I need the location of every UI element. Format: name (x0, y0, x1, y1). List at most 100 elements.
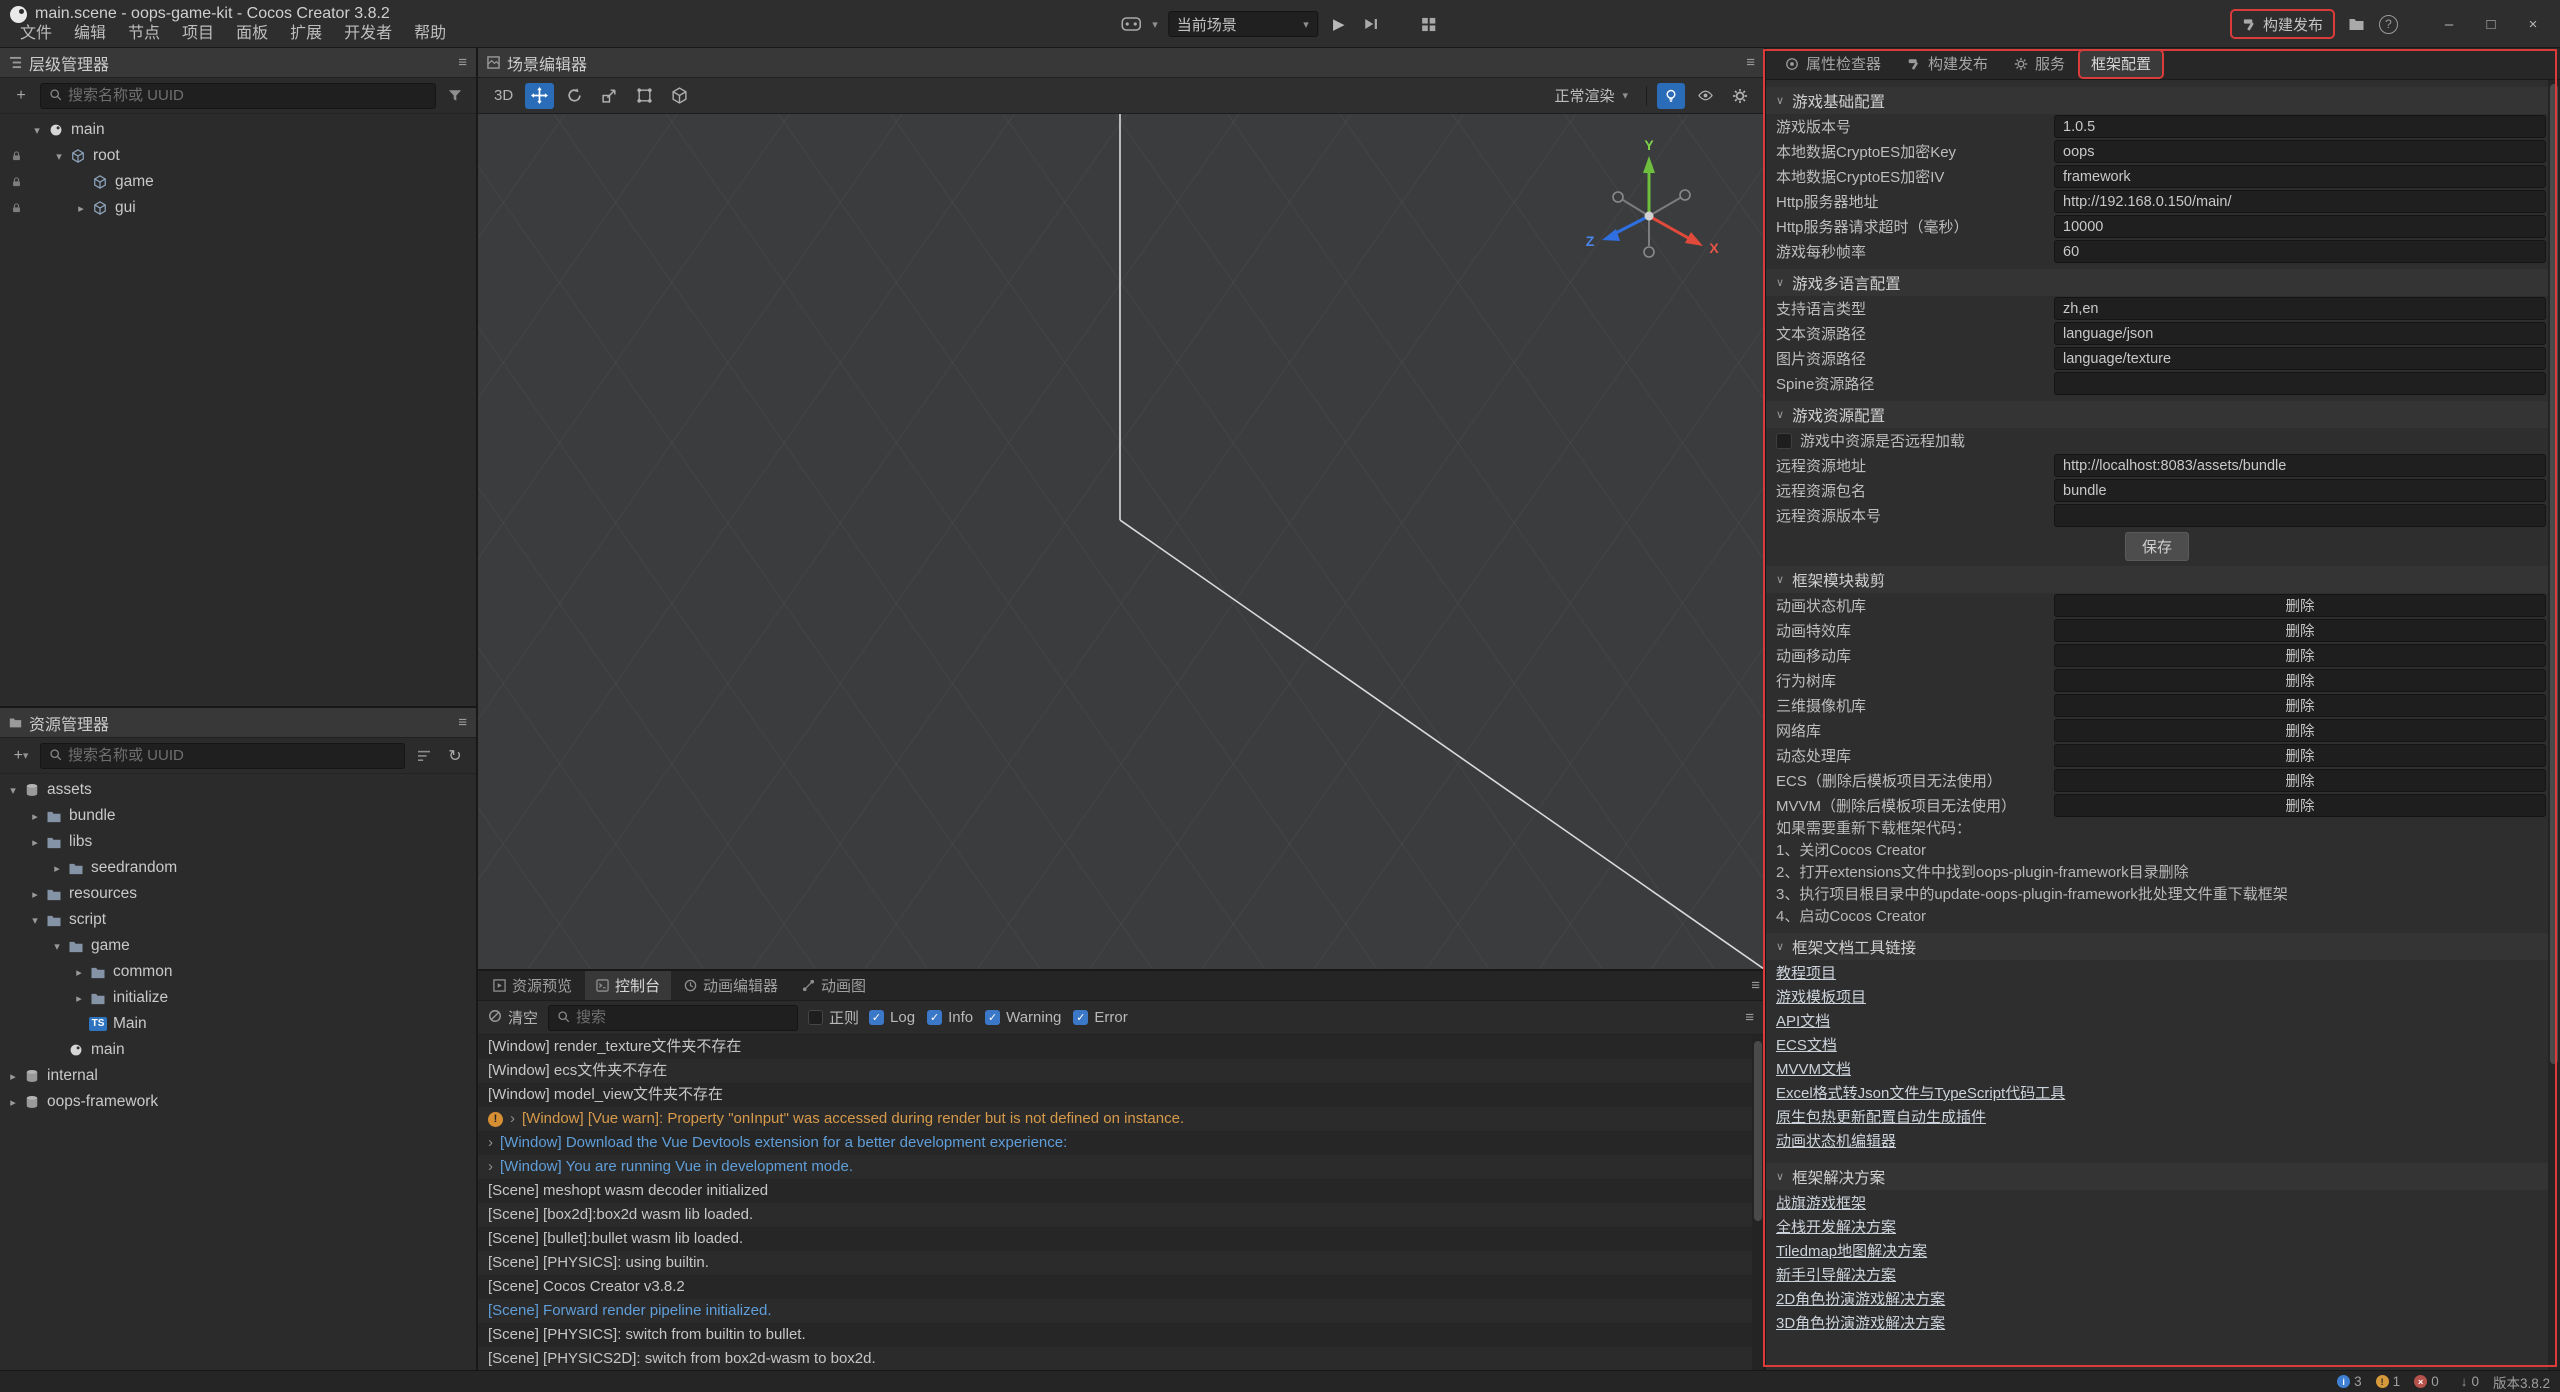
lock-icon[interactable] (4, 150, 28, 162)
delete-module-button-0[interactable]: 删除 (2054, 594, 2546, 617)
field-input-basic-5[interactable] (2054, 240, 2546, 263)
save-button[interactable]: 保存 (2125, 532, 2189, 561)
doc-link-2[interactable]: API文档 (1776, 1010, 2548, 1034)
help-icon[interactable]: ? (2379, 15, 2398, 34)
assets-search-input[interactable] (68, 747, 396, 764)
z-axis[interactable] (1612, 216, 1649, 235)
neg-axis-handle[interactable] (1644, 247, 1654, 257)
build-publish-button[interactable]: 构建发布 (2232, 11, 2333, 37)
menu-item-5[interactable]: 扩展 (280, 24, 332, 44)
log-row[interactable]: [Scene] [box2d]:box2d wasm lib loaded. (478, 1203, 1764, 1227)
scale-tool-button[interactable] (595, 83, 624, 109)
solution-link-2[interactable]: Tiledmap地图解决方案 (1776, 1240, 2548, 1264)
filter-info-checkbox[interactable]: ✓Info (927, 1009, 973, 1026)
delete-module-button-2[interactable]: 删除 (2054, 644, 2546, 667)
tree-row-assets[interactable]: ▾assets (0, 777, 476, 803)
expand-arrow-icon[interactable]: › (488, 1155, 493, 1179)
menu-item-7[interactable]: 帮助 (404, 24, 456, 44)
scrollbar-thumb[interactable] (2550, 84, 2558, 1064)
delete-module-button-4[interactable]: 删除 (2054, 694, 2546, 717)
tree-row-bundle[interactable]: ▸bundle (0, 803, 476, 829)
field-input-resource-2[interactable] (2054, 504, 2546, 527)
doc-link-3[interactable]: ECS文档 (1776, 1034, 2548, 1058)
maximize-button[interactable]: □ (2470, 0, 2512, 48)
view-gizmo[interactable]: Y X Z (1574, 136, 1724, 286)
menu-item-4[interactable]: 面板 (226, 24, 278, 44)
field-input-basic-0[interactable] (2054, 115, 2546, 138)
console-scrollbar[interactable] (1752, 1035, 1764, 1370)
console-settings-icon[interactable]: ≡ (1745, 1009, 1754, 1026)
tab-framework-config[interactable]: 框架配置 (2080, 51, 2162, 77)
tree-row-Main[interactable]: TSMain (0, 1011, 476, 1037)
doc-link-4[interactable]: MVVM文档 (1776, 1058, 2548, 1082)
error-count[interactable]: × 0 (2414, 1374, 2439, 1389)
solution-link-4[interactable]: 2D角色扮演游戏解决方案 (1776, 1288, 2548, 1312)
log-row[interactable]: [Scene] [bullet]:bullet wasm lib loaded. (478, 1227, 1764, 1251)
menu-item-1[interactable]: 编辑 (64, 24, 116, 44)
field-input-language-3[interactable] (2054, 372, 2546, 395)
render-mode-dropdown[interactable]: 正常渲染 ▾ (1546, 83, 1636, 109)
tab-inspector[interactable]: 属性检查器 (1774, 51, 1892, 77)
field-input-resource-0[interactable] (2054, 454, 2546, 477)
hierarchy-searchbox[interactable] (40, 83, 436, 109)
tree-row-main[interactable]: ▾main (0, 117, 476, 143)
expand-arrow-icon[interactable]: ▾ (50, 150, 68, 163)
open-folder-icon[interactable] (2345, 13, 2367, 35)
menu-item-3[interactable]: 项目 (172, 24, 224, 44)
log-row[interactable]: [Scene] [PHYSICS]: switch from builtin t… (478, 1323, 1764, 1347)
expand-arrow-icon[interactable]: ▸ (26, 810, 44, 823)
filter-log-checkbox[interactable]: ✓Log (869, 1009, 915, 1026)
panel-menu-icon[interactable]: ≡ (1751, 977, 1760, 994)
expand-arrow-icon[interactable]: ▸ (4, 1070, 22, 1083)
warning-count[interactable]: ! 1 (2376, 1374, 2401, 1389)
solution-link-1[interactable]: 全栈开发解决方案 (1776, 1216, 2548, 1240)
lock-icon[interactable] (4, 176, 28, 188)
scene-settings-gear-icon[interactable] (1726, 83, 1754, 109)
tree-row-gui[interactable]: ▸gui (0, 195, 476, 221)
expand-arrow-icon[interactable]: ▾ (26, 914, 44, 927)
field-input-language-1[interactable] (2054, 322, 2546, 345)
log-row[interactable]: [Window] model_view文件夹不存在 (478, 1083, 1764, 1107)
panel-menu-icon[interactable]: ≡ (458, 714, 467, 731)
menu-item-6[interactable]: 开发者 (334, 24, 402, 44)
scene-select-dropdown[interactable]: 当前场景 ▾ (1168, 11, 1318, 37)
section-header-resource[interactable]: ∨游戏资源配置 (1766, 401, 2548, 428)
hierarchy-search-input[interactable] (68, 87, 427, 104)
tree-row-oops-framework[interactable]: ▸oops-framework (0, 1089, 476, 1115)
neg-axis-handle[interactable] (1680, 190, 1690, 200)
chevron-down-icon[interactable]: ▾ (1152, 18, 1158, 31)
menu-item-0[interactable]: 文件 (10, 24, 62, 44)
log-row[interactable]: [Scene] [PHYSICS]: using builtin. (478, 1251, 1764, 1275)
mode-3d-button[interactable]: 3D (488, 83, 519, 109)
rect-tool-button[interactable] (630, 83, 659, 109)
doc-link-5[interactable]: Excel格式转Json文件与TypeScript代码工具 (1776, 1082, 2548, 1106)
expand-arrow-icon[interactable]: ▾ (4, 784, 22, 797)
inspector-scrollbar[interactable] (2548, 80, 2560, 1370)
x-axis[interactable] (1649, 216, 1690, 239)
delete-module-button-7[interactable]: 删除 (2054, 769, 2546, 792)
log-row[interactable]: [Scene] Cocos Creator v3.8.2 (478, 1275, 1764, 1299)
lock-icon[interactable] (4, 202, 28, 214)
delete-module-button-8[interactable]: 删除 (2054, 794, 2546, 817)
tree-row-seedrandom[interactable]: ▸seedrandom (0, 855, 476, 881)
play-button[interactable]: ▶ (1328, 13, 1350, 35)
log-row[interactable]: ›[Window] Download the Vue Devtools exte… (478, 1131, 1764, 1155)
field-input-basic-1[interactable] (2054, 140, 2546, 163)
doc-link-7[interactable]: 动画状态机编辑器 (1776, 1130, 2548, 1154)
expand-arrow-icon[interactable]: ▸ (70, 966, 88, 979)
scrollbar-thumb[interactable] (1754, 1041, 1762, 1221)
light-toggle-button[interactable] (1657, 83, 1685, 109)
section-header-basic[interactable]: ∨游戏基础配置 (1766, 87, 2548, 114)
minimize-button[interactable]: – (2428, 0, 2470, 48)
filter-warning-checkbox[interactable]: ✓Warning (985, 1009, 1061, 1026)
tree-row-initialize[interactable]: ▸initialize (0, 985, 476, 1011)
step-button[interactable] (1360, 13, 1382, 35)
filter-icon[interactable] (443, 84, 467, 108)
log-row[interactable]: [Window] render_texture文件夹不存在 (478, 1035, 1764, 1059)
move-tool-button[interactable] (525, 83, 554, 109)
neg-axis-handle[interactable] (1613, 192, 1623, 202)
transform-gizmo-button[interactable] (665, 83, 694, 109)
field-input-basic-4[interactable] (2054, 215, 2546, 238)
log-row[interactable]: [Scene] [PHYSICS2D]: switch from box2d-w… (478, 1347, 1764, 1370)
field-input-language-0[interactable] (2054, 297, 2546, 320)
